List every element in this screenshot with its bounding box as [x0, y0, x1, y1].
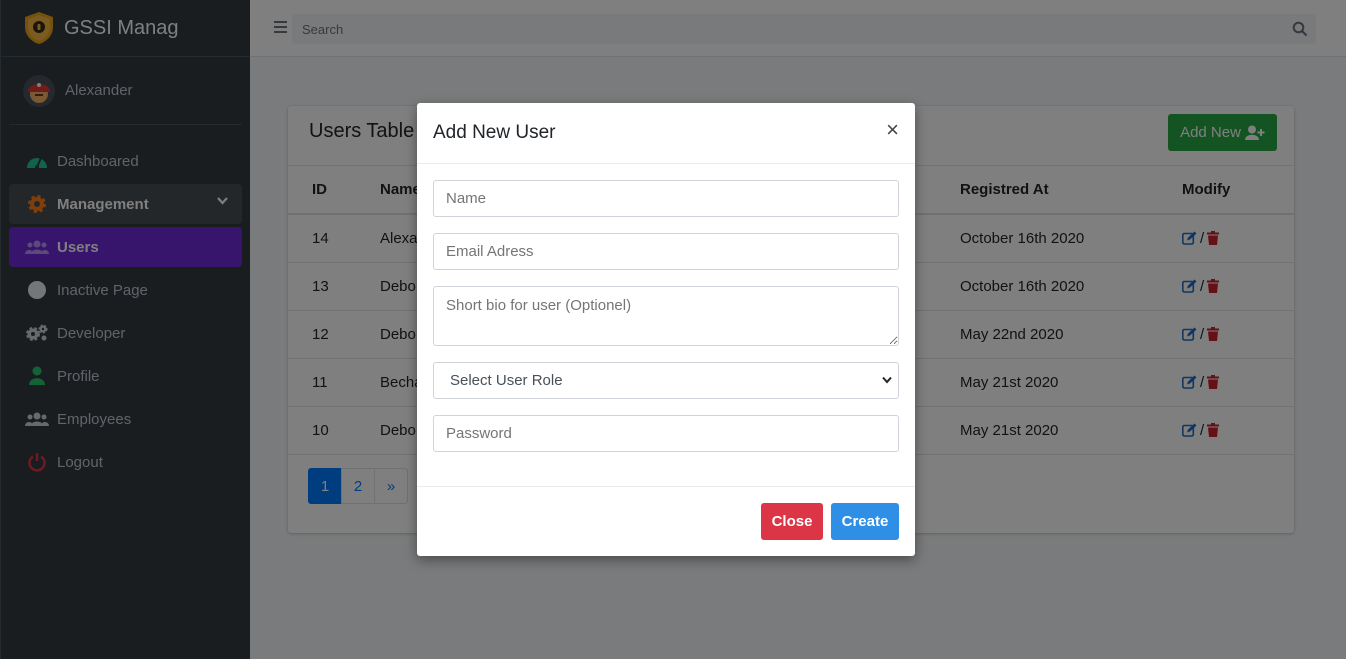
create-button[interactable]: Create	[831, 503, 899, 540]
name-field[interactable]	[433, 180, 899, 217]
modal-body: Select User Role	[417, 164, 915, 452]
password-field[interactable]	[433, 415, 899, 452]
close-button[interactable]: Close	[761, 503, 823, 540]
modal-title: Add New User	[433, 122, 556, 143]
user-role-selected: Select User Role	[450, 372, 563, 389]
modal-footer: Close Create	[417, 486, 915, 556]
chevron-down-icon	[882, 376, 892, 384]
user-role-select[interactable]: Select User Role	[433, 362, 899, 399]
modal-header: Add New User ×	[417, 103, 915, 164]
bio-field[interactable]	[433, 286, 899, 346]
email-field[interactable]	[433, 233, 899, 270]
close-icon[interactable]: ×	[886, 119, 899, 141]
add-user-modal: Add New User × Select User Role Close Cr…	[417, 103, 915, 556]
